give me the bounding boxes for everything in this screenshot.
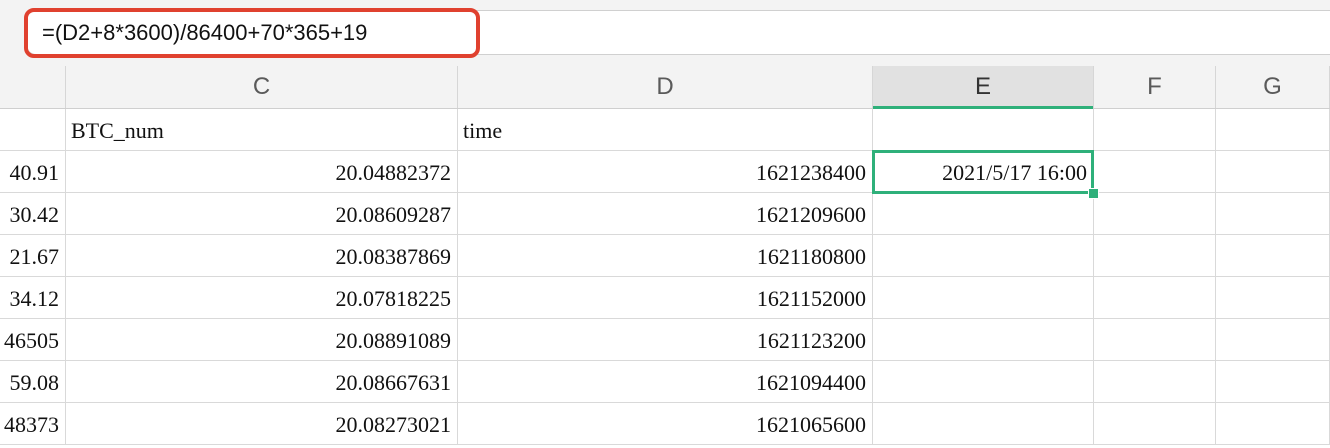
cell-f2[interactable] <box>1094 151 1216 192</box>
cell-f1[interactable] <box>1094 109 1216 150</box>
table-row: 48373 20.08273021 1621065600 <box>0 403 1330 445</box>
cell-g8[interactable] <box>1216 403 1330 444</box>
cell-e8[interactable] <box>873 403 1094 444</box>
cell-c6[interactable]: 20.08891089 <box>66 319 458 360</box>
cell-g6[interactable] <box>1216 319 1330 360</box>
column-header-b[interactable] <box>0 66 66 108</box>
cell-c8[interactable]: 20.08273021 <box>66 403 458 444</box>
cell-b6[interactable]: 46505 <box>0 319 66 360</box>
cell-f6[interactable] <box>1094 319 1216 360</box>
cell-f5[interactable] <box>1094 277 1216 318</box>
table-row: 30.42 20.08609287 1621209600 <box>0 193 1330 235</box>
cell-b2[interactable]: 40.91 <box>0 151 66 192</box>
column-header-g[interactable]: G <box>1216 66 1330 108</box>
cell-e4[interactable] <box>873 235 1094 276</box>
cell-d8[interactable]: 1621065600 <box>458 403 873 444</box>
cell-c1[interactable]: BTC_num <box>66 109 458 150</box>
cell-b1[interactable] <box>0 109 66 150</box>
cell-d1[interactable]: time <box>458 109 873 150</box>
cell-b3[interactable]: 30.42 <box>0 193 66 234</box>
table-row: BTC_num time <box>0 109 1330 151</box>
formula-highlight-box <box>24 8 480 58</box>
cell-d7[interactable]: 1621094400 <box>458 361 873 402</box>
cell-d4[interactable]: 1621180800 <box>458 235 873 276</box>
formula-bar: =(D2+8*3600)/86400+70*365+19 <box>0 0 1330 67</box>
cell-e5[interactable] <box>873 277 1094 318</box>
cell-g4[interactable] <box>1216 235 1330 276</box>
table-row: 46505 20.08891089 1621123200 <box>0 319 1330 361</box>
cell-g2[interactable] <box>1216 151 1330 192</box>
cell-d5[interactable]: 1621152000 <box>458 277 873 318</box>
cell-c3[interactable]: 20.08609287 <box>66 193 458 234</box>
cell-c2[interactable]: 20.04882372 <box>66 151 458 192</box>
cell-c7[interactable]: 20.08667631 <box>66 361 458 402</box>
cell-e6[interactable] <box>873 319 1094 360</box>
cell-f7[interactable] <box>1094 361 1216 402</box>
cell-e2[interactable]: 2021/5/17 16:00 <box>873 151 1094 192</box>
table-row: 40.91 20.04882372 1621238400 2021/5/17 1… <box>0 151 1330 193</box>
cell-c5[interactable]: 20.07818225 <box>66 277 458 318</box>
cell-b4[interactable]: 21.67 <box>0 235 66 276</box>
table-row: 34.12 20.07818225 1621152000 <box>0 277 1330 319</box>
table-row: 21.67 20.08387869 1621180800 <box>0 235 1330 277</box>
cell-g7[interactable] <box>1216 361 1330 402</box>
table-row: 59.08 20.08667631 1621094400 <box>0 361 1330 403</box>
column-header-e[interactable]: E <box>873 66 1094 109</box>
cell-f4[interactable] <box>1094 235 1216 276</box>
cell-b7[interactable]: 59.08 <box>0 361 66 402</box>
cell-e1[interactable] <box>873 109 1094 150</box>
cell-f3[interactable] <box>1094 193 1216 234</box>
cell-g3[interactable] <box>1216 193 1330 234</box>
fill-handle[interactable] <box>1088 188 1099 199</box>
cell-d3[interactable]: 1621209600 <box>458 193 873 234</box>
cell-c4[interactable]: 20.08387869 <box>66 235 458 276</box>
cell-d2[interactable]: 1621238400 <box>458 151 873 192</box>
cell-b8[interactable]: 48373 <box>0 403 66 444</box>
cell-e7[interactable] <box>873 361 1094 402</box>
column-header-f[interactable]: F <box>1094 66 1216 108</box>
cell-d6[interactable]: 1621123200 <box>458 319 873 360</box>
cell-g1[interactable] <box>1216 109 1330 150</box>
column-header-d[interactable]: D <box>458 66 873 108</box>
cell-e3[interactable] <box>873 193 1094 234</box>
cell-g5[interactable] <box>1216 277 1330 318</box>
cell-f8[interactable] <box>1094 403 1216 444</box>
column-header-c[interactable]: C <box>66 66 458 108</box>
cell-b5[interactable]: 34.12 <box>0 277 66 318</box>
